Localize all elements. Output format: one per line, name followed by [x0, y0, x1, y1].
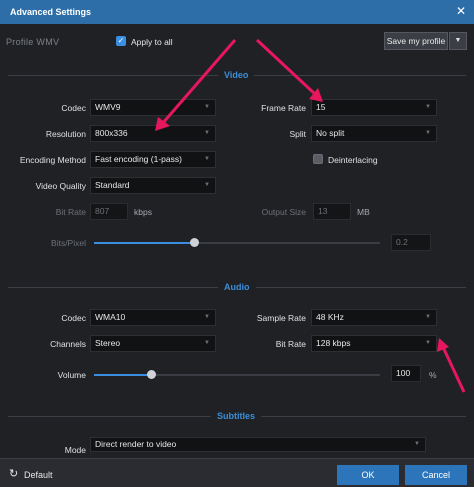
ok-button[interactable]: OK: [337, 465, 399, 485]
annotation-arrow-frame-rate: [255, 38, 323, 102]
default-button[interactable]: Default: [24, 470, 53, 480]
annotation-arrows: [155, 38, 466, 393]
reset-icon[interactable]: ↻: [9, 468, 21, 480]
cancel-button[interactable]: Cancel: [405, 465, 467, 485]
annotation-arrow-resolution: [155, 39, 237, 131]
annotation-arrow-audio-bit-rate: [437, 338, 466, 393]
footer-bar: [0, 458, 474, 487]
